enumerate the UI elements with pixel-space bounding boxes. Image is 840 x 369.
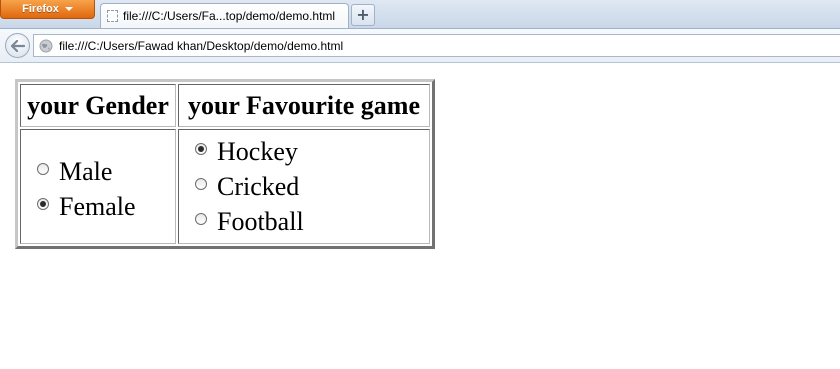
game-header: your Favourite game <box>178 84 430 127</box>
gender-option-male[interactable]: Male <box>23 154 173 189</box>
football-label: Football <box>217 206 304 236</box>
address-text: file:///C:/Users/Fawad khan/Desktop/demo… <box>59 38 344 53</box>
firefox-menu-button[interactable]: Firefox <box>0 0 95 19</box>
hockey-radio[interactable] <box>195 142 207 155</box>
gender-header: your Gender <box>20 84 176 127</box>
game-options-cell: Hockey Cricked Football <box>178 129 430 244</box>
gender-option-female[interactable]: Female <box>23 189 173 224</box>
plus-icon: + <box>356 5 370 24</box>
cricked-radio[interactable] <box>195 177 207 190</box>
globe-icon <box>39 39 53 52</box>
back-arrow-icon <box>10 39 25 52</box>
cricked-label: Cricked <box>217 171 300 201</box>
options-row: Male Female Hockey Cricked Football <box>20 129 430 244</box>
address-bar[interactable]: file:///C:/Users/Fawad khan/Desktop/demo… <box>33 34 840 57</box>
page-icon <box>107 10 118 22</box>
game-option-football[interactable]: Football <box>181 204 427 239</box>
game-option-hockey[interactable]: Hockey <box>181 134 427 169</box>
back-button[interactable] <box>5 33 30 58</box>
header-row: your Gender your Favourite game <box>20 84 430 127</box>
gender-options-cell: Male Female <box>20 129 176 244</box>
female-label: Female <box>59 191 136 221</box>
hockey-label: Hockey <box>217 136 298 166</box>
tab-strip: Firefox file:///C:/Users/Fa...top/demo/d… <box>0 0 840 29</box>
football-radio[interactable] <box>195 212 207 225</box>
dropdown-caret-icon <box>64 7 73 11</box>
browser-tab-active[interactable]: file:///C:/Users/Fa...top/demo/demo.html <box>100 3 349 28</box>
male-radio[interactable] <box>37 162 49 175</box>
new-tab-button[interactable]: + <box>351 4 375 26</box>
game-option-cricked[interactable]: Cricked <box>181 169 427 204</box>
tab-title: file:///C:/Users/Fa...top/demo/demo.html <box>123 9 336 23</box>
firefox-menu-label: Firefox <box>22 3 59 15</box>
female-radio[interactable] <box>37 197 49 210</box>
male-label: Male <box>59 156 113 186</box>
navigation-toolbar: file:///C:/Users/Fawad khan/Desktop/demo… <box>0 29 840 63</box>
preferences-table: your Gender your Favourite game Male Fem… <box>15 79 435 249</box>
